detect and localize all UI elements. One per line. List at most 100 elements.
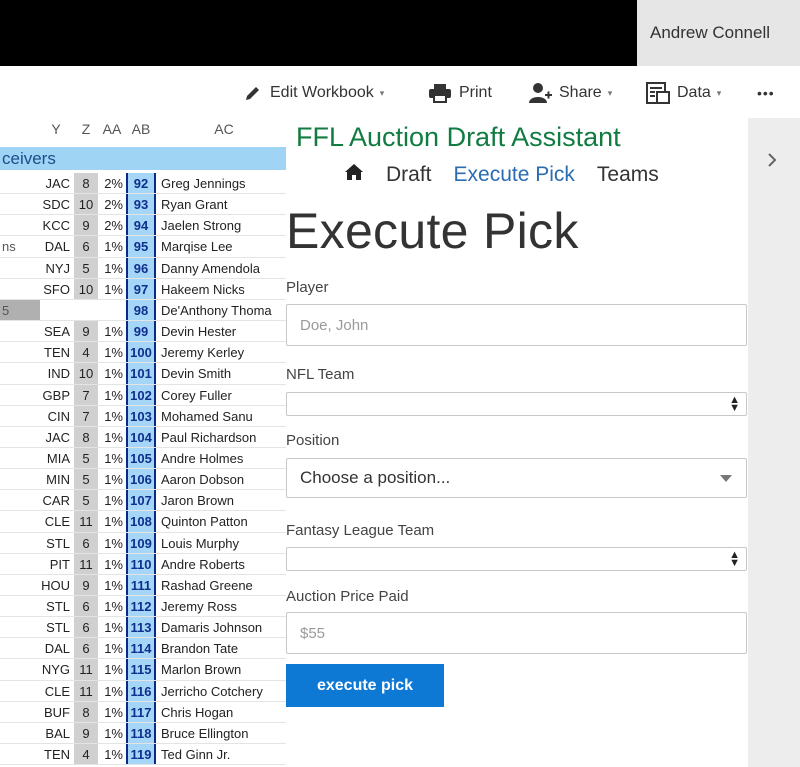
section-banner[interactable]: ceivers	[0, 147, 288, 170]
cell-y[interactable]: STL	[40, 533, 72, 554]
cell-ab[interactable]: 107	[126, 490, 156, 512]
cell-x[interactable]: ns	[0, 236, 40, 257]
cell-aa[interactable]: 1%	[98, 321, 124, 342]
cell-aa[interactable]: 2%	[98, 173, 124, 194]
cell-z[interactable]: 8	[74, 426, 98, 448]
cell-aa[interactable]: 1%	[98, 279, 124, 300]
cell-ac[interactable]: Quinton Patton	[160, 511, 288, 532]
column-header-ac[interactable]: AC	[160, 118, 288, 140]
cell-y[interactable]: TEN	[40, 744, 72, 765]
cell-ac[interactable]: Brandon Tate	[160, 638, 288, 659]
cell-z[interactable]: 5	[74, 257, 98, 279]
cell-ab[interactable]: 95	[126, 236, 156, 258]
cell-y[interactable]: PIT	[40, 554, 72, 575]
fantasy-team-select[interactable]: ▲ ▼	[286, 547, 747, 571]
cell-ab[interactable]: 117	[126, 701, 156, 723]
price-input[interactable]: $55	[286, 612, 747, 654]
cell-ac[interactable]: Devin Hester	[160, 321, 288, 342]
cell-z[interactable]: 10	[74, 278, 98, 300]
cell-z[interactable]: 9	[74, 215, 98, 237]
chevron-right-icon[interactable]	[766, 152, 778, 173]
cell-aa[interactable]: 1%	[98, 533, 124, 554]
cell-y[interactable]: NYJ	[40, 258, 72, 279]
cell-z[interactable]: 5	[74, 490, 98, 512]
cell-z[interactable]: 10	[74, 363, 98, 385]
cell-ac[interactable]: Marqise Lee	[160, 236, 288, 257]
cell-aa[interactable]: 1%	[98, 575, 124, 596]
cell-ac[interactable]: Ryan Grant	[160, 194, 288, 215]
cell-ac[interactable]: Jaron Brown	[160, 490, 288, 511]
cell-z[interactable]: 8	[74, 173, 98, 194]
cell-ac[interactable]: Danny Amendola	[160, 258, 288, 279]
spreadsheet-grid[interactable]: Y Z AA AB AC ceivers JAC 8 2% 92 Greg Jennin…	[0, 118, 288, 767]
cell-y[interactable]: CLE	[40, 681, 72, 702]
cell-aa[interactable]: 1%	[98, 385, 124, 406]
cell-y[interactable]: MIN	[40, 469, 72, 490]
cell-y[interactable]: TEN	[40, 342, 72, 363]
cell-z[interactable]: 4	[74, 342, 98, 364]
cell-ac[interactable]: Jaelen Strong	[160, 215, 288, 236]
user-name[interactable]: Andrew Connell	[637, 0, 800, 66]
cell-z[interactable]: 6	[74, 617, 98, 639]
cell-ac[interactable]: Jeremy Ross	[160, 596, 288, 617]
table-row[interactable]: CLE 11 1% 116 Jerricho Cotchery	[0, 680, 288, 702]
table-row[interactable]: NYG 11 1% 115 Marlon Brown	[0, 659, 288, 681]
cell-ab[interactable]: 112	[126, 596, 156, 617]
cell-y[interactable]: BUF	[40, 702, 72, 723]
cell-aa[interactable]: 1%	[98, 406, 124, 427]
execute-pick-button[interactable]: execute pick	[286, 664, 444, 707]
cell-ab[interactable]: 98	[126, 299, 156, 321]
cell-y[interactable]: STL	[40, 617, 72, 638]
cell-ab[interactable]: 99	[126, 321, 156, 343]
table-row[interactable]: STL 6 1% 109 Louis Murphy	[0, 532, 288, 554]
cell-y[interactable]: CIN	[40, 406, 72, 427]
print-button[interactable]: Print	[428, 80, 492, 106]
cell-aa[interactable]: 1%	[98, 448, 124, 469]
table-row[interactable]: MIA 5 1% 105 Andre Holmes	[0, 447, 288, 469]
cell-ac[interactable]: Mohamed Sanu	[160, 406, 288, 427]
table-row[interactable]: DAL 6 1% 114 Brandon Tate	[0, 638, 288, 660]
column-header-ab[interactable]: AB	[126, 118, 156, 140]
cell-aa[interactable]: 1%	[98, 469, 124, 490]
cell-aa[interactable]: 1%	[98, 427, 124, 448]
column-header-y[interactable]: Y	[40, 118, 72, 140]
cell-z[interactable]: 4	[74, 744, 98, 766]
cell-y[interactable]: CAR	[40, 490, 72, 511]
cell-ac[interactable]: Louis Murphy	[160, 533, 288, 554]
table-row[interactable]: GBP 7 1% 102 Corey Fuller	[0, 384, 288, 406]
cell-aa[interactable]: 1%	[98, 723, 124, 744]
cell-aa[interactable]: 1%	[98, 681, 124, 702]
cell-ab[interactable]: 92	[126, 173, 156, 194]
cell-z[interactable]: 11	[74, 553, 98, 575]
cell-ab[interactable]: 96	[126, 257, 156, 279]
cell-y[interactable]: SEA	[40, 321, 72, 342]
table-row[interactable]: IND 10 1% 101 Devin Smith	[0, 363, 288, 385]
cell-ab[interactable]: 103	[126, 405, 156, 427]
cell-aa[interactable]: 1%	[98, 702, 124, 723]
cell-aa[interactable]: 1%	[98, 342, 124, 363]
cell-y[interactable]: STL	[40, 596, 72, 617]
cell-ab[interactable]: 102	[126, 384, 156, 406]
cell-ab[interactable]: 94	[126, 215, 156, 237]
cell-ac[interactable]: Devin Smith	[160, 363, 288, 384]
cell-y[interactable]: BAL	[40, 723, 72, 744]
cell-aa[interactable]: 1%	[98, 258, 124, 279]
cell-y[interactable]: MIA	[40, 448, 72, 469]
cell-y[interactable]: JAC	[40, 427, 72, 448]
cell-y[interactable]: DAL	[40, 236, 72, 257]
cell-aa[interactable]: 1%	[98, 363, 124, 384]
table-row[interactable]: CIN 7 1% 103 Mohamed Sanu	[0, 405, 288, 427]
table-row[interactable]: SEA 9 1% 99 Devin Hester	[0, 321, 288, 343]
cell-aa[interactable]: 1%	[98, 659, 124, 680]
cell-ac[interactable]: Corey Fuller	[160, 385, 288, 406]
position-select[interactable]: Choose a position...	[286, 458, 747, 498]
cell-z[interactable]: 7	[74, 384, 98, 406]
table-row[interactable]: CAR 5 1% 107 Jaron Brown	[0, 490, 288, 512]
cell-z[interactable]: 11	[74, 680, 98, 702]
cell-y[interactable]: NYG	[40, 659, 72, 680]
cell-aa[interactable]: 2%	[98, 215, 124, 236]
cell-aa[interactable]: 1%	[98, 511, 124, 532]
cell-ab[interactable]: 110	[126, 553, 156, 575]
nfl-team-select[interactable]: ▲ ▼	[286, 392, 747, 416]
table-row[interactable]: STL 6 1% 113 Damaris Johnson	[0, 617, 288, 639]
